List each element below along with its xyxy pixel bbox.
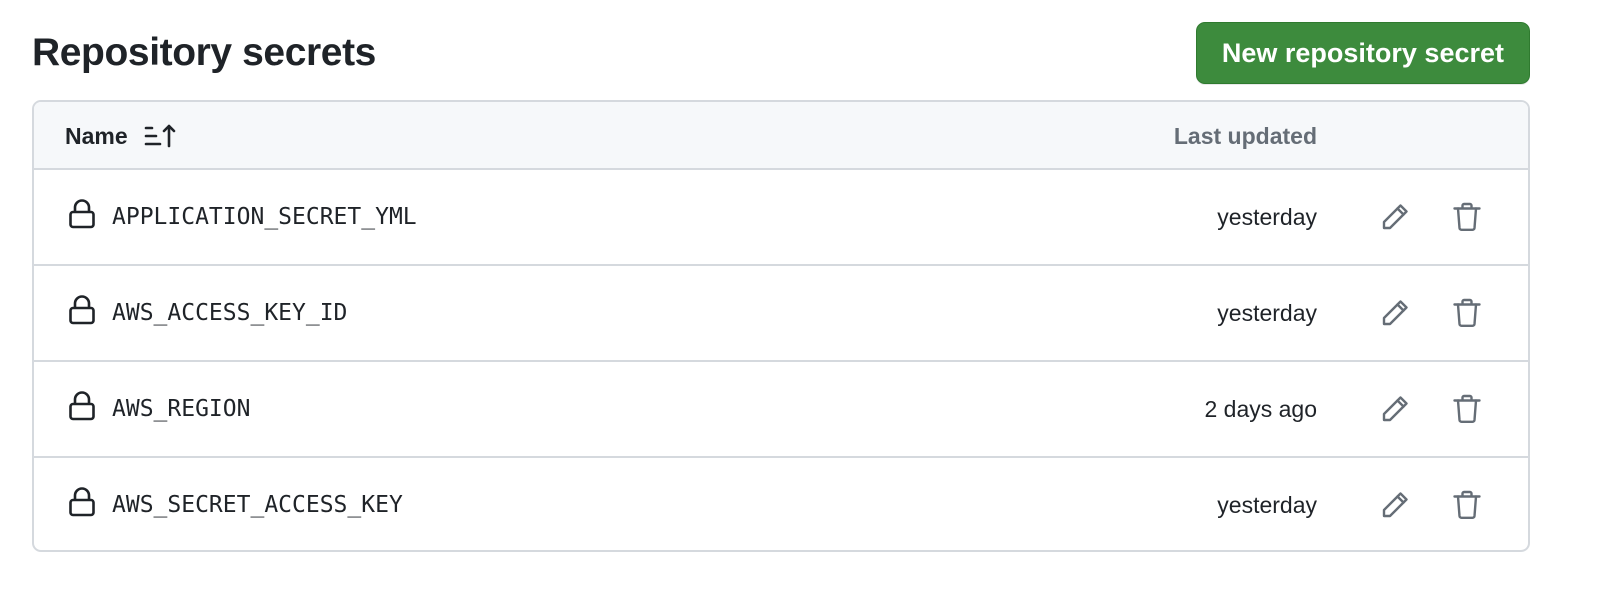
pencil-icon (1382, 300, 1408, 326)
delete-secret-button[interactable] (1446, 388, 1488, 430)
lock-icon (68, 390, 96, 422)
delete-secret-button[interactable] (1446, 196, 1488, 238)
secret-name: AWS_ACCESS_KEY_ID (112, 300, 348, 326)
trash-icon (1453, 202, 1481, 232)
edit-secret-button[interactable] (1374, 388, 1416, 430)
name-column-label: Name (65, 123, 128, 149)
secret-last-updated: yesterday (1217, 204, 1317, 230)
secret-name: AWS_REGION (112, 396, 251, 422)
secret-name: AWS_SECRET_ACCESS_KEY (112, 492, 403, 518)
secret-last-updated: 2 days ago (1204, 396, 1317, 422)
edit-secret-button[interactable] (1374, 196, 1416, 238)
lock-icon (68, 486, 96, 518)
pencil-icon (1382, 204, 1408, 230)
secret-row: AWS_SECRET_ACCESS_KEY yesterday (34, 458, 1528, 550)
lock-icon (68, 294, 96, 326)
secret-row: AWS_REGION 2 days ago (34, 362, 1528, 458)
edit-secret-button[interactable] (1374, 484, 1416, 526)
page-title: Repository secrets (32, 31, 376, 74)
page-header: Repository secrets New repository secret (32, 22, 1530, 84)
table-body: APPLICATION_SECRET_YML yesterday AWS_ACC… (34, 170, 1528, 550)
trash-icon (1453, 490, 1481, 520)
name-column-header[interactable]: Name (65, 122, 177, 150)
secret-row: AWS_ACCESS_KEY_ID yesterday (34, 266, 1528, 362)
edit-secret-button[interactable] (1374, 292, 1416, 334)
sort-ascending-icon[interactable] (143, 122, 177, 150)
secrets-table: Name Last updated APPLICATION_SECRET_YML… (32, 100, 1530, 552)
table-header: Name Last updated (34, 102, 1528, 170)
delete-secret-button[interactable] (1446, 292, 1488, 334)
pencil-icon (1382, 396, 1408, 422)
trash-icon (1453, 298, 1481, 328)
new-repository-secret-button[interactable]: New repository secret (1195, 22, 1530, 84)
secret-name: APPLICATION_SECRET_YML (112, 204, 417, 230)
delete-secret-button[interactable] (1446, 484, 1488, 526)
secret-last-updated: yesterday (1217, 300, 1317, 326)
pencil-icon (1382, 492, 1408, 518)
secret-row: APPLICATION_SECRET_YML yesterday (34, 170, 1528, 266)
lock-icon (68, 198, 96, 230)
trash-icon (1453, 394, 1481, 424)
secret-last-updated: yesterday (1217, 492, 1317, 518)
last-updated-column-header: Last updated (1173, 123, 1317, 149)
